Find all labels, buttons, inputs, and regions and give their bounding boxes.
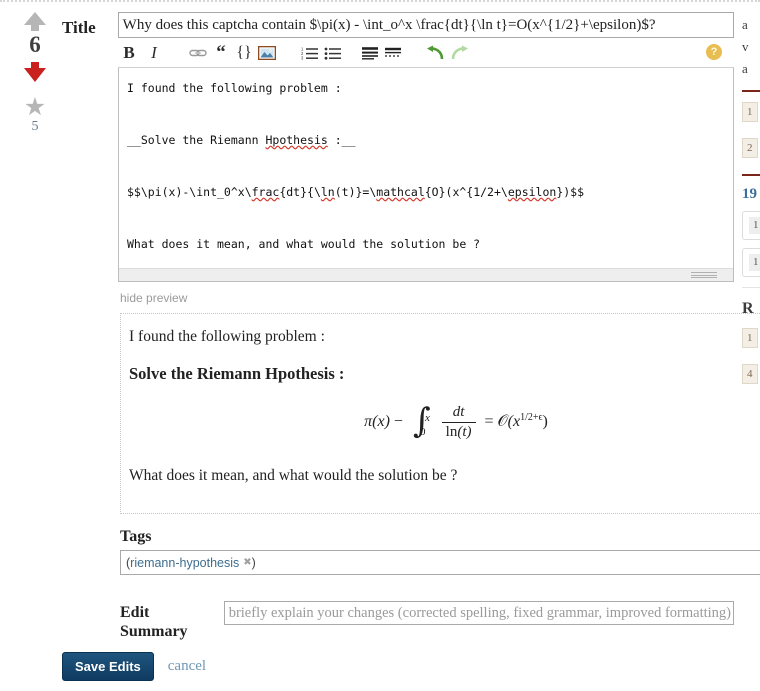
vote-column: 6 ★ 5 (16, 12, 54, 135)
preview-paragraph-1: I found the following problem : (129, 328, 325, 345)
close-icon[interactable]: ✖ (243, 557, 251, 568)
tags-label: Tags (120, 528, 152, 545)
resize-grip-icon (691, 272, 717, 278)
card-num-2: 1 (749, 254, 760, 271)
math-equals: = (484, 413, 494, 431)
edit-form: Title Why does this captcha contain $\pi… (62, 12, 760, 641)
related-heading: R (742, 300, 754, 317)
arrow-up-icon (24, 12, 46, 25)
body-line-1: I found the following problem : (127, 81, 342, 95)
stat-active: a (742, 61, 748, 76)
edit-summary-input[interactable]: briefly explain your changes (corrected … (223, 601, 734, 625)
page-top-divider (0, 0, 760, 3)
linked-badge-2: 2 (742, 138, 758, 158)
vote-score: 6 (29, 32, 41, 57)
edit-summary-row: Edit Summary briefly explain your change… (120, 601, 734, 641)
math-rhs-close: ) (542, 413, 548, 431)
italic-button[interactable]: I (143, 41, 165, 65)
downvote-button[interactable] (16, 62, 54, 82)
preview-math-formula: π(x) − ∫ 0 x dt ln(t) = 𝒪(x1/2+ϵ) (129, 404, 760, 441)
editor-toolbar: B I “ {} 1 2 3 ? (118, 38, 734, 68)
math-integral-sign: ∫ 0 x (412, 401, 431, 442)
title-input[interactable]: Why does this captcha contain $\pi(x) - … (117, 12, 734, 38)
save-edits-button[interactable]: Save Edits (62, 652, 154, 681)
redo-arrow-icon[interactable] (449, 41, 469, 65)
help-icon[interactable]: ? (706, 44, 722, 60)
sidebar-divider-top (742, 90, 760, 92)
preview-paragraph-2: What does it mean, and what would the so… (129, 467, 458, 484)
body-textarea[interactable]: I found the following problem : __Solve … (119, 68, 733, 268)
related-question-1[interactable]: 1 (742, 328, 760, 348)
math-big-o: 𝒪 (497, 413, 508, 431)
hide-preview-link[interactable]: hide preview (120, 291, 734, 305)
tags-close-paren: ) (251, 555, 256, 570)
sidebar-card-2[interactable]: 1 (742, 248, 760, 277)
edit-question-page: 6 ★ 5 Title Why does this captcha contai… (0, 0, 760, 691)
stat-viewed: v (742, 39, 749, 54)
math-fraction: dt ln(t) (441, 404, 476, 441)
horizontal-rule-icon[interactable] (383, 41, 403, 65)
math-rhs-exponent: 1/2+ϵ (520, 411, 543, 423)
edit-summary-label-line1: Edit (120, 604, 150, 621)
edit-summary-label-line2: Summary (120, 623, 188, 640)
hot-network-heading: 19 (742, 186, 757, 202)
image-icon[interactable] (257, 41, 277, 65)
math-minus: − (393, 413, 403, 431)
upvote-button[interactable] (16, 12, 54, 31)
tags-input[interactable]: ( riemann-hypothesis ✖ ) (120, 550, 760, 575)
linked-question-1[interactable]: 1 (742, 102, 760, 122)
svg-text:3: 3 (301, 55, 304, 60)
math-pi-of-x: π(x) (364, 413, 390, 431)
math-upper-limit: x (424, 412, 430, 425)
related-badge-1: 1 (742, 328, 758, 348)
math-numerator: dt (452, 404, 465, 420)
math-denominator: ln(t) (441, 422, 476, 441)
sidebar-divider-bottom (742, 287, 760, 288)
sidebar-divider-mid (742, 174, 760, 176)
form-actions: Save Edits cancel (62, 652, 206, 681)
related-badge-2: 4 (742, 364, 758, 384)
math-rhs-base: (x (507, 413, 521, 431)
preview-heading: Solve the Riemann Hpothesis : (129, 364, 345, 383)
right-sidebar: a v a 1 2 19 1 1 R 1 4 (742, 0, 760, 691)
numbered-list-icon[interactable]: 1 2 3 (300, 41, 320, 65)
title-row: Title Why does this captcha contain $\pi… (62, 12, 734, 38)
body-editor-wrapper: I found the following problem : __Solve … (118, 68, 734, 282)
linked-badge-1: 1 (742, 102, 758, 122)
math-ln: ln (445, 424, 458, 440)
link-icon[interactable] (188, 41, 208, 65)
edit-summary-label: Edit Summary (120, 601, 224, 641)
cancel-link[interactable]: cancel (168, 658, 206, 675)
math-ln-arg: (t) (457, 424, 472, 440)
card-num-1: 1 (749, 217, 760, 234)
sidebar-card-1[interactable]: 1 (742, 211, 760, 240)
related-question-2[interactable]: 4 (742, 364, 760, 384)
arrow-down-icon (24, 68, 46, 82)
editor-resize-handle[interactable] (119, 268, 733, 281)
body-line-2: __Solve the Riemann Hpothesis :__ (127, 133, 356, 147)
linked-question-2[interactable]: 2 (742, 138, 760, 158)
undo-arrow-icon[interactable] (426, 41, 446, 65)
stat-asked: a (742, 17, 748, 32)
arrow-up-stem (31, 25, 39, 31)
body-line-3: $$\pi(x)-\int_0^x\frac{dt}{\ln(t)}=\math… (127, 185, 585, 199)
bold-button[interactable]: B (118, 41, 140, 65)
bullet-list-icon[interactable] (323, 41, 343, 65)
markdown-preview: I found the following problem : Solve th… (120, 313, 760, 514)
code-button[interactable]: {} (234, 41, 254, 65)
star-icon[interactable]: ★ (23, 95, 47, 120)
heading-icon[interactable] (360, 41, 380, 65)
question-stats: a v a (742, 14, 760, 80)
tag-chip[interactable]: riemann-hypothesis ✖ (130, 556, 251, 570)
tag-label: riemann-hypothesis (130, 555, 240, 570)
blockquote-button[interactable]: “ (211, 41, 231, 65)
title-label: Title (62, 18, 96, 37)
body-line-4: What does it mean, and what would the so… (127, 237, 481, 251)
favorite-count: 5 (31, 119, 39, 134)
